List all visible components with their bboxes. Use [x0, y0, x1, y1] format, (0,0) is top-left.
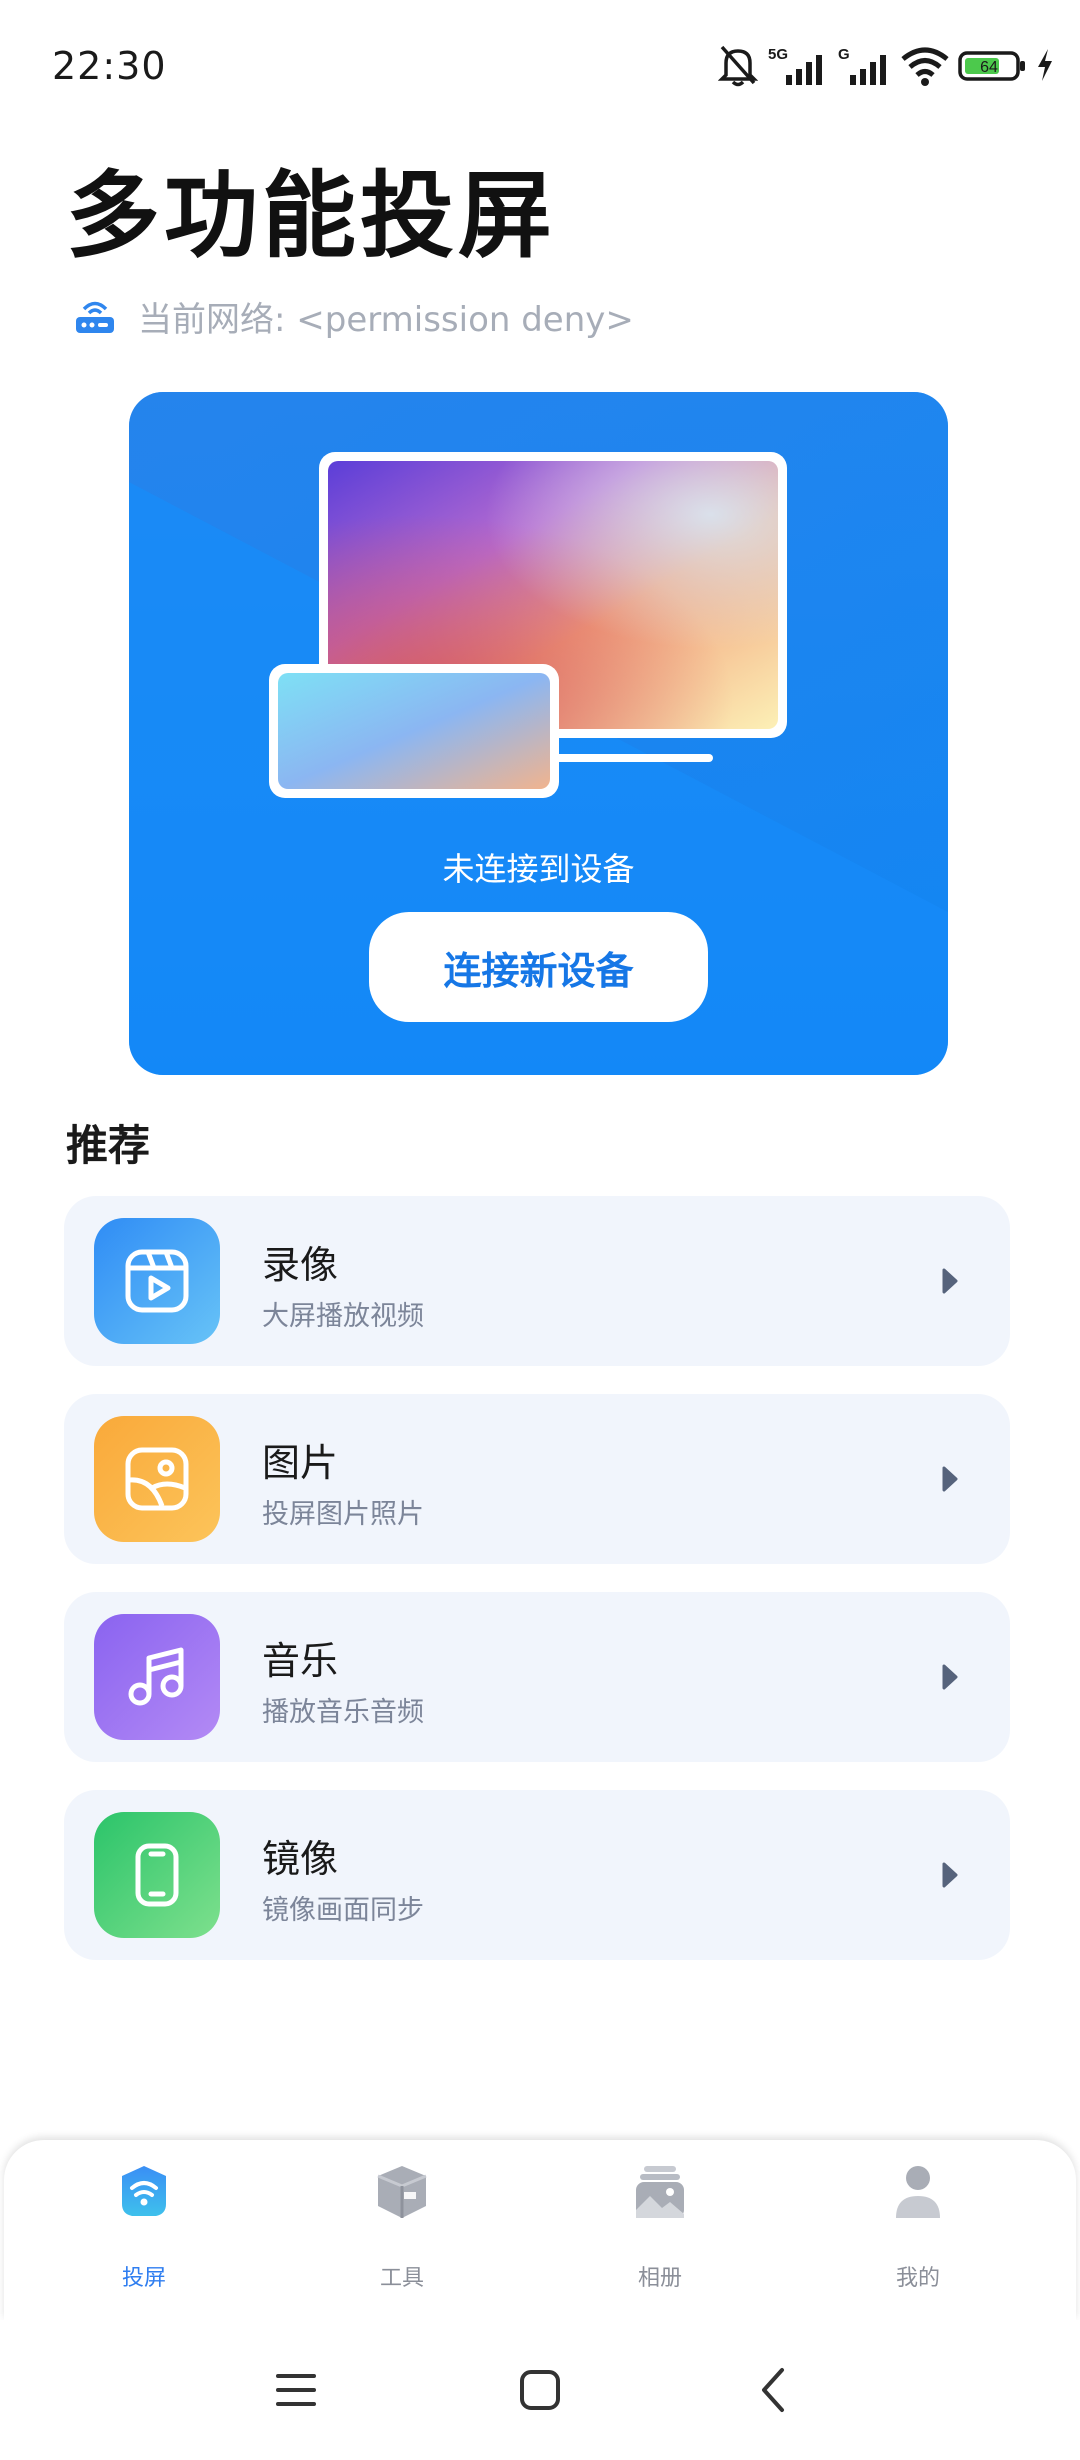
caret-right-icon [942, 1664, 958, 1690]
nav-tab-album[interactable]: 相册 [560, 2162, 760, 2302]
system-nav-bar [0, 2320, 1080, 2460]
caret-right-icon [942, 1862, 958, 1888]
page-title: 多功能投屏 [66, 162, 557, 271]
recommend-item-title: 镜像 [262, 1837, 339, 1881]
router-icon [76, 301, 114, 333]
recommend-item-subtitle: 镜像画面同步 [262, 1895, 424, 1926]
nav-label: 工具 [379, 2266, 424, 2291]
battery-level: 64 [980, 59, 998, 76]
recommend-item-photo[interactable]: 图片 投屏图片照片 [64, 1394, 1010, 1564]
recommend-item-mirror[interactable]: 镜像 镜像画面同步 [64, 1790, 1010, 1960]
album-icon [636, 2166, 684, 2218]
phone-mirror-icon [135, 1843, 179, 1907]
recommend-item-title: 图片 [262, 1441, 339, 1485]
recommend-item-title: 音乐 [262, 1639, 339, 1683]
video-icon-tile [94, 1218, 220, 1344]
photo-icon-tile [94, 1416, 220, 1542]
connect-new-device-button[interactable]: 连接新设备 [369, 912, 708, 1022]
signal-g-label: G [838, 46, 850, 63]
cast-wifi-icon [122, 2166, 166, 2216]
battery-icon: 64 [958, 51, 1025, 81]
recommend-item-subtitle: 大屏播放视频 [262, 1301, 424, 1332]
home-icon[interactable] [510, 2360, 570, 2420]
signal-5g-icon: 5G [768, 46, 822, 85]
charging-icon [1038, 49, 1052, 81]
recommend-title: 推荐 [66, 1121, 151, 1170]
signal-g-icon: G [838, 46, 886, 85]
wifi-icon [901, 47, 949, 86]
caret-right-icon [942, 1466, 958, 1492]
menu-icon[interactable] [266, 2360, 326, 2420]
user-icon [896, 2166, 940, 2218]
status-icons: 5G G 64 [718, 40, 1054, 90]
nav-tab-tools[interactable]: 工具 [302, 2162, 502, 2302]
screen: 22:30 5G G 64 多功能投屏 当前网络: <permission de… [0, 0, 1080, 2460]
back-icon[interactable] [744, 2360, 804, 2420]
connect-card: 未连接到设备 连接新设备 [129, 392, 948, 1075]
music-icon-tile [94, 1614, 220, 1740]
mirror-icon-tile [94, 1812, 220, 1938]
photo-icon [125, 1447, 189, 1511]
caret-right-icon [942, 1268, 958, 1294]
nav-label: 投屏 [121, 2266, 166, 2291]
signal-5g-label: 5G [768, 46, 788, 63]
recommend-item-video[interactable]: 录像 大屏播放视频 [64, 1196, 1010, 1366]
nav-label: 我的 [895, 2266, 940, 2291]
status-time: 22:30 [52, 44, 167, 88]
video-clip-icon [125, 1249, 189, 1313]
recommend-item-music[interactable]: 音乐 播放音乐音频 [64, 1592, 1010, 1762]
recommend-list: 录像 大屏播放视频 图片 投屏图片照片 音乐 播放音乐音频 镜像 镜像画面同步 [64, 1196, 1010, 1988]
network-label: 当前网络: <permission deny> [138, 300, 634, 340]
bell-muted-icon [718, 45, 758, 87]
network-row: 当前网络: <permission deny> [74, 292, 634, 341]
nav-tab-cast[interactable]: 投屏 [44, 2162, 244, 2302]
toolbox-icon [377, 2166, 427, 2218]
bottom-nav: 投屏 工具 相册 我的 [4, 2140, 1076, 2320]
status-bar: 22:30 5G G 64 [0, 0, 1080, 130]
recommend-item-subtitle: 播放音乐音频 [262, 1697, 424, 1728]
recommend-item-title: 录像 [262, 1243, 339, 1287]
nav-label: 相册 [637, 2266, 682, 2291]
connection-status: 未连接到设备 [442, 850, 635, 888]
recommend-item-subtitle: 投屏图片照片 [262, 1499, 424, 1530]
nav-tab-me[interactable]: 我的 [818, 2162, 1018, 2302]
music-note-icon [128, 1647, 184, 1706]
